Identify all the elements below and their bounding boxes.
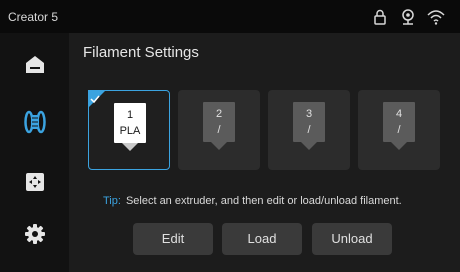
- lock-icon[interactable]: [370, 7, 390, 27]
- extruder-number: 3: [305, 108, 313, 120]
- nozzle-tip: [211, 142, 227, 150]
- extruder-2-card[interactable]: 2 /: [178, 90, 260, 170]
- extruder-4-card[interactable]: 4 /: [358, 90, 440, 170]
- tip-message: Select an extruder, and then edit or loa…: [125, 195, 402, 207]
- extruder-spool: 2 /: [203, 102, 235, 150]
- sidebar: [0, 33, 69, 272]
- extruder-spool: 4 /: [383, 102, 415, 150]
- sidebar-item-calibration[interactable]: [22, 169, 48, 195]
- extruder-number: 2: [215, 108, 223, 120]
- camera-icon[interactable]: [398, 7, 418, 27]
- tip-text: Tip: Select an extruder, and then edit or…: [103, 195, 402, 207]
- check-icon: [90, 91, 100, 109]
- home-icon: [22, 56, 48, 81]
- page-title: Filament Settings: [83, 44, 199, 61]
- gear-icon: [22, 224, 48, 251]
- sidebar-item-filament[interactable]: [22, 109, 48, 135]
- main-panel: Filament Settings 1 PLA 2 / 3 / 4 / Tip:…: [69, 33, 460, 272]
- extruder-spool: 3 /: [293, 102, 325, 150]
- sidebar-item-settings[interactable]: [22, 221, 48, 247]
- nozzle-tip: [122, 143, 138, 151]
- extruder-1-card[interactable]: 1 PLA: [88, 90, 170, 170]
- extruder-number: 4: [395, 108, 403, 120]
- load-button[interactable]: Load: [222, 223, 302, 255]
- wifi-icon[interactable]: [426, 7, 446, 27]
- extruder-material: /: [217, 124, 221, 136]
- extruder-material: /: [397, 124, 401, 136]
- extruder-number: 1: [126, 109, 134, 121]
- extruder-3-card[interactable]: 3 /: [268, 90, 350, 170]
- printer-name: Creator 5: [8, 10, 59, 24]
- edit-button[interactable]: Edit: [133, 223, 213, 255]
- extruder-material: /: [307, 124, 311, 136]
- calibration-icon: [22, 173, 48, 199]
- nozzle-tip: [301, 142, 317, 150]
- extruder-spool: 1 PLA: [114, 103, 146, 151]
- nozzle-tip: [391, 142, 407, 150]
- unload-button[interactable]: Unload: [312, 223, 392, 255]
- filament-spool-icon: [22, 110, 48, 139]
- extruder-material: PLA: [119, 125, 141, 137]
- status-bar: Creator 5: [0, 0, 460, 33]
- sidebar-item-home[interactable]: [22, 51, 48, 77]
- tip-label: Tip:: [103, 195, 121, 207]
